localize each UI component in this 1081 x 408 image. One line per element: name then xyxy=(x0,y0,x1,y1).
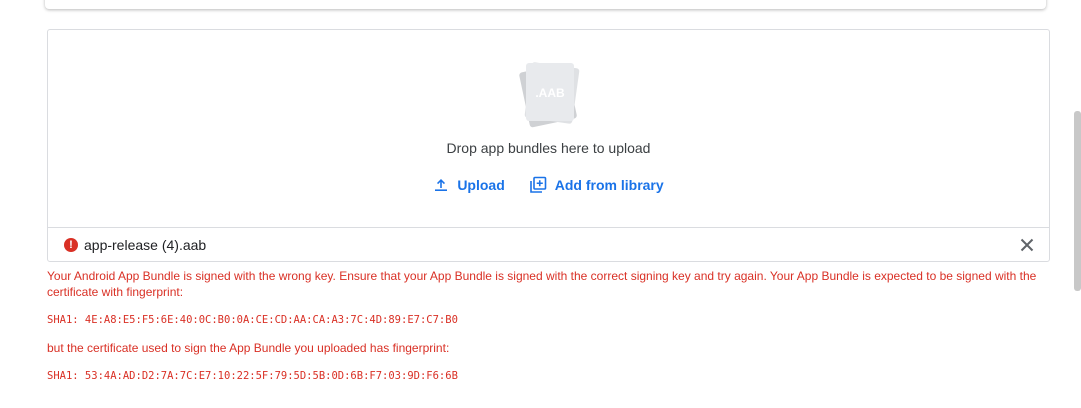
file-type-badge: .AAB xyxy=(535,86,565,100)
app-bundle-file-icon: .AAB xyxy=(519,62,580,128)
previous-card xyxy=(45,0,1046,9)
upload-button[interactable]: Upload xyxy=(433,176,505,194)
remove-file-button[interactable] xyxy=(1019,237,1035,253)
library-add-icon xyxy=(529,176,547,193)
error-icon: ! xyxy=(64,238,78,252)
add-from-library-button[interactable]: Add from library xyxy=(529,176,664,194)
uploaded-file-name: app-release (4).aab xyxy=(84,237,207,253)
drop-instructions: Drop app bundles here to upload xyxy=(446,140,651,156)
upload-icon xyxy=(435,179,448,191)
upload-dropzone[interactable]: .AAB Drop app bundles here to upload Upl… xyxy=(48,30,1049,227)
upload-actions: Upload Add from library xyxy=(48,176,1049,194)
uploaded-fingerprint: SHA1: 53:4A:AD:D2:7A:7C:E7:10:22:5F:79:5… xyxy=(47,370,458,382)
upload-button-label: Upload xyxy=(457,177,505,193)
app-bundle-upload-panel: .AAB Drop app bundles here to upload Upl… xyxy=(47,29,1050,262)
expected-fingerprint: SHA1: 4E:A8:E5:F5:6E:40:0C:B0:0A:CE:CD:A… xyxy=(47,314,458,326)
scrollbar[interactable] xyxy=(1074,111,1081,291)
add-from-library-label: Add from library xyxy=(554,177,664,193)
close-icon xyxy=(1020,238,1034,252)
error-description: Your Android App Bundle is signed with t… xyxy=(47,269,1037,299)
uploaded-file-row: ! app-release (4).aab xyxy=(48,227,1049,262)
uploaded-fingerprint-intro: but the certificate used to sign the App… xyxy=(47,341,450,355)
